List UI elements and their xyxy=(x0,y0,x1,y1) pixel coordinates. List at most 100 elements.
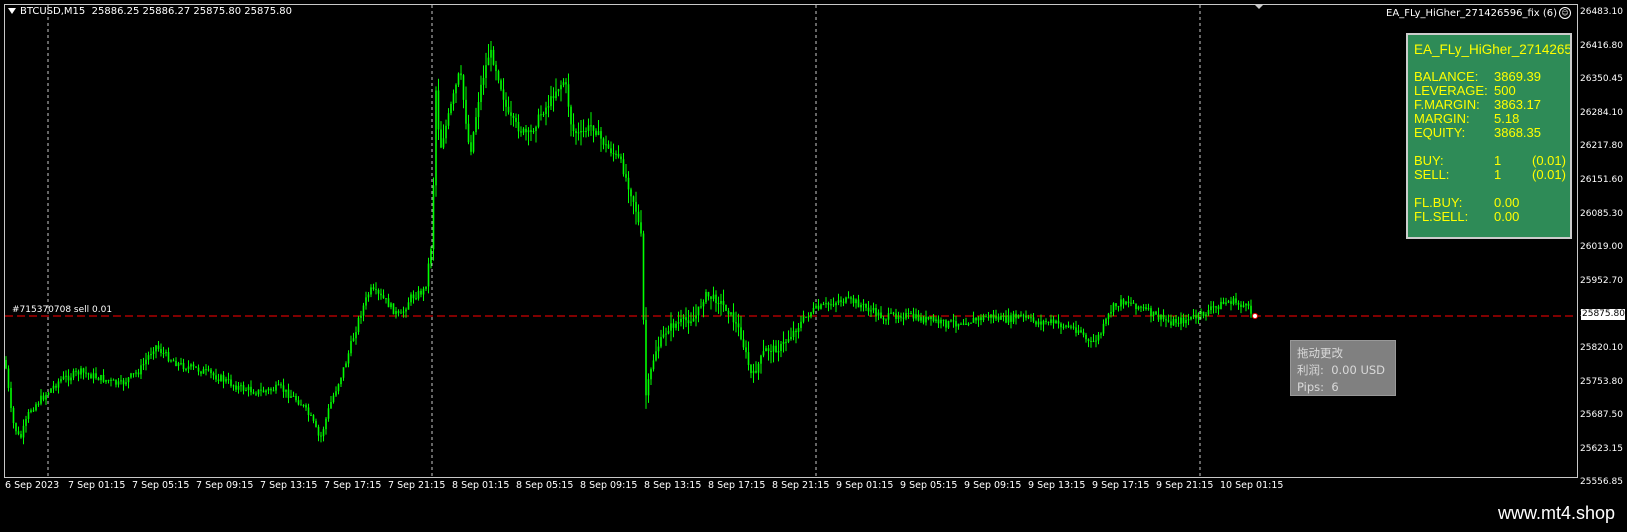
candle-body xyxy=(380,293,382,296)
candle-body xyxy=(1222,301,1225,304)
candle-body xyxy=(1117,306,1120,308)
fmargin-row: F.MARGIN: 3863.17 xyxy=(1414,98,1560,112)
candle-body xyxy=(325,418,327,430)
candle-body xyxy=(395,311,397,315)
candle-body xyxy=(830,304,832,306)
candle-body xyxy=(1107,313,1110,319)
candle-body xyxy=(1215,306,1217,308)
candle-body xyxy=(1152,311,1155,316)
price-chart[interactable] xyxy=(0,0,1578,478)
flsell-row: FL.SELL: 0.00 xyxy=(1414,210,1560,224)
candle-body xyxy=(192,364,195,367)
candle-body xyxy=(557,89,560,92)
candle-body xyxy=(75,370,77,372)
candle-body xyxy=(297,400,300,405)
candle-body xyxy=(645,319,647,396)
candle-body xyxy=(1177,322,1180,324)
candle-body xyxy=(1227,301,1230,303)
candle-body xyxy=(955,321,957,327)
candle-body xyxy=(947,321,950,328)
candle-body xyxy=(65,375,67,377)
candle-body xyxy=(1122,299,1125,305)
candle-body xyxy=(12,408,15,424)
candle-body xyxy=(112,379,115,381)
candle-body xyxy=(287,389,290,398)
candle-body xyxy=(362,305,365,316)
chart-shift-marker-icon[interactable] xyxy=(1254,4,1264,9)
candle-body xyxy=(1045,320,1047,322)
candle-body xyxy=(537,114,540,127)
candle-body xyxy=(30,410,32,413)
smile-icon[interactable]: ☺ xyxy=(1559,7,1571,19)
candle-body xyxy=(745,347,747,353)
candle-body xyxy=(257,389,260,395)
equity-label: EQUITY: xyxy=(1414,125,1466,140)
candle-body xyxy=(1217,306,1220,310)
candle-body xyxy=(510,112,512,116)
candle-body xyxy=(577,132,580,134)
candle-body xyxy=(640,222,642,234)
candle-body xyxy=(85,372,87,374)
tooltip-profit-value: 0.00 USD xyxy=(1331,363,1386,377)
candle-body xyxy=(27,412,30,419)
candle-body xyxy=(930,316,932,319)
candle-body xyxy=(420,290,422,295)
candle-body xyxy=(600,131,602,139)
candle-body xyxy=(1000,315,1002,320)
candle-body xyxy=(440,129,442,148)
candle-body xyxy=(82,368,85,373)
candle-body xyxy=(270,388,272,391)
candle-body xyxy=(162,353,165,355)
candle-body xyxy=(90,374,92,379)
candle-body xyxy=(710,296,712,299)
candle-body xyxy=(1205,314,1207,317)
candle-body xyxy=(922,316,925,323)
candle-body xyxy=(215,375,217,380)
candle-body xyxy=(465,99,467,124)
candle-body xyxy=(755,370,757,373)
candle-body xyxy=(595,130,597,135)
candle-body xyxy=(125,382,127,385)
candle-body xyxy=(657,346,660,352)
candle-body xyxy=(732,312,735,323)
candle-body xyxy=(205,369,207,371)
candle-body xyxy=(547,106,550,108)
buy-count: 1 xyxy=(1494,153,1502,168)
order-line-label[interactable]: #715370708 sell 0.01 xyxy=(12,305,112,315)
candle-body xyxy=(1130,302,1132,304)
dropdown-triangle-icon[interactable] xyxy=(8,8,16,14)
candle-body xyxy=(105,380,107,382)
candle-body xyxy=(170,360,172,362)
time-tick-label: 9 Sep 17:15 xyxy=(1092,480,1150,491)
time-tick-label: 7 Sep 21:15 xyxy=(388,480,446,491)
candle-body xyxy=(390,303,392,308)
candle-body xyxy=(782,341,785,344)
panel-title: EA_FLy_HiGher_271426596 xyxy=(1414,42,1572,57)
candle-body xyxy=(940,319,942,324)
candle-body xyxy=(807,316,810,318)
candle-body xyxy=(57,381,60,388)
candle-body xyxy=(252,392,255,394)
price-tick-label: 26350.45 xyxy=(1580,74,1623,85)
candle-body xyxy=(247,386,250,391)
candle-body xyxy=(262,390,265,393)
time-tick-label: 7 Sep 17:15 xyxy=(324,480,382,491)
candle-body xyxy=(827,303,830,305)
candle-body xyxy=(350,341,352,354)
candle-body xyxy=(260,389,262,391)
tooltip-pips: Pips: 6 xyxy=(1297,379,1389,396)
candle-body xyxy=(1025,315,1027,318)
candle-body xyxy=(1155,311,1157,315)
candle-body xyxy=(990,314,992,318)
candle-body xyxy=(1235,298,1237,303)
candle-body xyxy=(702,302,705,307)
candle-body xyxy=(882,318,885,320)
candle-body xyxy=(525,128,527,133)
candle-body xyxy=(460,73,462,76)
candle-body xyxy=(282,385,285,392)
candle-body xyxy=(315,420,317,427)
candle-body xyxy=(520,131,522,133)
candle-body xyxy=(117,381,120,385)
candle-body xyxy=(825,303,827,305)
candle-body xyxy=(852,298,855,304)
